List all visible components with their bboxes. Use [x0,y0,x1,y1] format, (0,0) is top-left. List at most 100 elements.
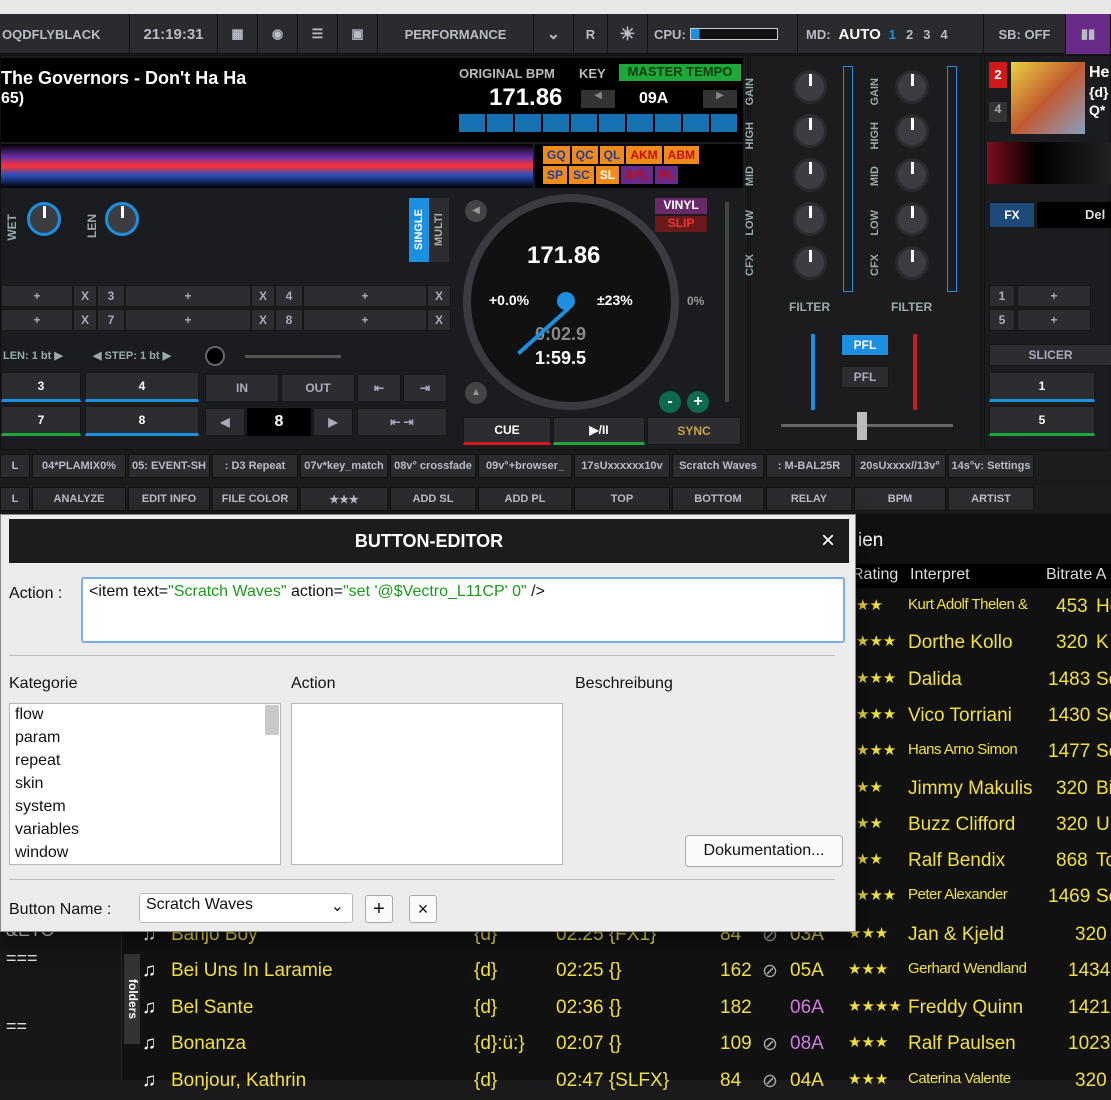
database-icon[interactable]: ☰ [298,14,338,54]
custom-button[interactable]: RELAY [766,487,852,511]
slot-x-8[interactable]: X [427,309,451,331]
slot-8[interactable]: 8 [275,309,303,331]
category-item[interactable]: window [15,844,68,862]
slot-add-5[interactable]: + [1,309,73,331]
custom-button[interactable]: BOTTOM [672,487,764,511]
fx-button[interactable]: FX [989,202,1035,228]
col-interpret[interactable]: Interpret [910,566,970,584]
category-item[interactable]: repeat [15,752,60,770]
high-knob-left[interactable] [793,114,827,148]
pad-5-right[interactable]: 5 [989,406,1095,436]
category-list[interactable]: flow param repeat skin system variables window [9,703,281,865]
step-bt-label[interactable]: ◀ STEP: 1 bt ▶ [93,349,171,362]
md-3[interactable]: 3 [923,27,930,42]
add-button[interactable]: + [365,895,393,923]
md-2[interactable]: 2 [906,27,913,42]
md-1[interactable]: 1 [889,27,896,42]
slot-add-4[interactable]: + [303,285,427,307]
deck-name[interactable]: OQDFLYBLACK [0,14,130,54]
len-knob[interactable] [105,202,139,236]
custom-button[interactable]: ADD SL [390,487,476,511]
crossfader-handle[interactable] [857,412,867,440]
slot-add-5-right[interactable]: + [1017,309,1091,331]
custom-button[interactable]: L [0,454,30,478]
custom-button[interactable]: EDIT INFO [128,487,210,511]
sb-toggle[interactable]: SB: OFF [984,14,1066,54]
slot-5-right[interactable]: 5 [989,309,1015,331]
loop-move-icon[interactable]: ⇤ ⇥ [357,408,447,436]
custom-button[interactable]: 04*PLAMIX0% [32,454,126,478]
loop-in-button[interactable]: IN [205,374,279,402]
tag-abm[interactable]: ABM [663,146,699,164]
slot-add-7[interactable]: + [125,309,251,331]
slot-add-3[interactable]: + [125,285,251,307]
pitch-slider[interactable] [725,202,729,402]
loop-slider[interactable] [205,346,345,366]
slot-add-1[interactable]: + [1,285,73,307]
low-knob-left[interactable] [793,202,827,236]
table-row[interactable]: ★★ Kurt Adolf Thelen & 453 He [856,590,1111,626]
record-icon[interactable]: ◉ [258,14,298,54]
calendar-icon[interactable]: ▦ [218,14,258,54]
single-toggle[interactable]: SINGLE [409,198,429,262]
slot-x-4[interactable]: X [427,285,451,307]
brightness-icon[interactable]: ☀ [608,14,648,54]
vinyl-toggle[interactable]: VINYL [655,198,707,214]
screen-icon[interactable]: ▣ [338,14,378,54]
multi-toggle[interactable]: MULTI [429,198,449,262]
table-row[interactable]: ★★★ Peter Alexander 1469Sc [856,880,1111,916]
col-rating[interactable]: Rating [852,566,898,584]
mid-knob-right[interactable] [895,158,929,192]
custom-button[interactable]: TOP [574,487,670,511]
category-item[interactable]: system [15,798,66,816]
slip-toggle[interactable]: SLIP [655,216,707,232]
waveform-overview[interactable] [1,144,533,188]
jog-wheel[interactable]: 171.86 +0.0% ±23% 0:02.9 1:59.5 [463,194,679,410]
pfl-left-button[interactable]: PFL [841,334,889,356]
table-row[interactable]: ♫ Bonanza {d}:ü:} 02:07 {} 109 ⊘ 08A ★★★ Ralf Pa… [124,1027,1111,1063]
tag-sp[interactable]: SP [543,166,568,184]
key-prev-button[interactable]: ◀ [581,90,615,108]
md-auto[interactable]: AUTO [839,26,881,43]
category-scrollbar[interactable] [265,705,279,735]
table-row[interactable]: ♫ Bei Uns In Laramie {d} 02:25 {} 162 ⊘ 05A ★★★… [124,954,1111,990]
cfx-knob-right[interactable] [895,246,929,280]
category-item[interactable]: param [15,729,60,747]
master-tempo-toggle[interactable]: MASTER TEMPO [619,64,741,81]
jog-prev-icon[interactable]: ◀ [465,200,487,222]
custom-button[interactable]: BPM [854,487,946,511]
table-row[interactable]: ★★ Ralf Bendix 868 To [856,844,1111,880]
play-pause-button[interactable]: ▶/II [553,417,645,445]
loop-out-button[interactable]: OUT [281,374,355,402]
tag-qc[interactable]: QC [571,146,598,164]
tag-sc[interactable]: SC [569,166,594,184]
minus-button[interactable]: - [659,391,681,413]
volume-fader-right[interactable] [913,334,917,410]
category-item[interactable]: flow [15,706,43,724]
mid-knob-left[interactable] [793,158,827,192]
tag-pl[interactable]: PL [655,166,679,184]
tag-ql[interactable]: QL [599,146,625,164]
table-row[interactable]: ♫ Bonjour, Kathrin {d} 02:47 {SLFX} 84 ⊘ 04A ★★… [124,1064,1111,1100]
table-row[interactable]: ★★★ Dalida 1483Sc [856,663,1111,699]
slot-1-right[interactable]: 1 [989,285,1015,307]
button-name-select[interactable]: Scratch Waves ⌄ [139,893,353,923]
low-knob-right[interactable] [895,202,929,236]
custom-button[interactable]: 08v° crossfade [390,454,476,478]
documentation-button[interactable]: Dokumentation... [685,835,843,867]
custom-button[interactable]: 20sUxxxx//13v° [854,454,946,478]
table-row[interactable]: ★★★ Hans Arno Simon 1477Sc [856,735,1111,771]
custom-button[interactable]: ARTIST [948,487,1034,511]
table-row[interactable]: ★★★ Vico Torriani 1430Sc [856,699,1111,735]
key-next-button[interactable]: ▶ [703,90,737,108]
loop-back-icon[interactable]: ⇤ [357,374,401,402]
custom-button[interactable]: 17sUxxxxxx10v [574,454,670,478]
md-4[interactable]: 4 [940,27,947,42]
slicer-button[interactable]: SLICER [989,344,1111,366]
tag-apl[interactable]: APL [621,166,654,184]
table-row[interactable]: ♫ Bel Sante {d} 02:36 {} 182 06A ★★★★ Freddy Qu… [124,991,1111,1027]
wet-knob[interactable] [27,202,61,236]
custom-button[interactable]: ANALYZE [32,487,126,511]
cfx-knob-left[interactable] [793,246,827,280]
pad-4[interactable]: 4 [85,372,199,402]
